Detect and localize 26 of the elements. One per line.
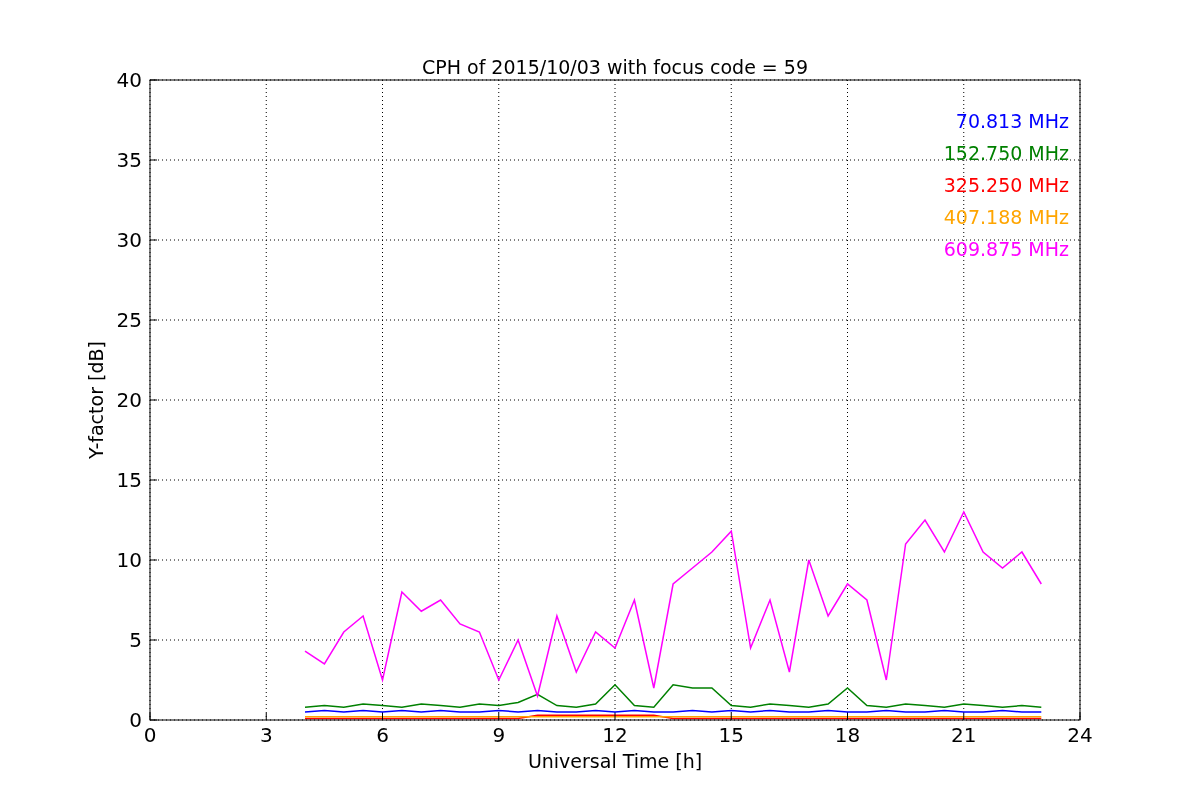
legend-label: 152.750 MHz — [943, 142, 1069, 164]
x-tick-label: 21 — [951, 723, 977, 747]
x-tick-label: 9 — [492, 723, 506, 747]
x-tick-label: 12 — [602, 723, 628, 747]
y-tick-label: 35 — [116, 148, 142, 172]
y-tick-label: 30 — [116, 228, 142, 252]
chart-title: CPH of 2015/10/03 with focus code = 59 — [422, 56, 808, 78]
legend-label: 325.250 MHz — [943, 174, 1069, 196]
x-tick-label: 18 — [834, 723, 861, 747]
legend-label: 407.188 MHz — [943, 206, 1069, 228]
y-tick-label: 20 — [116, 388, 142, 412]
legend-label: 609.875 MHz — [943, 238, 1069, 260]
y-tick-label: 15 — [116, 468, 142, 492]
x-axis-label: Universal Time [h] — [527, 750, 703, 772]
y-tick-label: 0 — [129, 708, 142, 732]
x-tick-label: 0 — [143, 723, 157, 747]
x-tick-label: 6 — [376, 723, 389, 747]
x-tick-label: 3 — [259, 723, 273, 747]
x-tick-label: 24 — [1067, 723, 1093, 747]
x-tick-label: 15 — [718, 723, 744, 747]
y-tick-label: 40 — [116, 68, 142, 92]
legend-label: 70.813 MHz — [955, 110, 1069, 132]
y-tick-label: 25 — [116, 308, 142, 332]
y-axis-label: Y-factor [dB] — [85, 341, 107, 459]
y-tick-label: 10 — [116, 548, 142, 572]
y-tick-label: 5 — [129, 628, 142, 652]
